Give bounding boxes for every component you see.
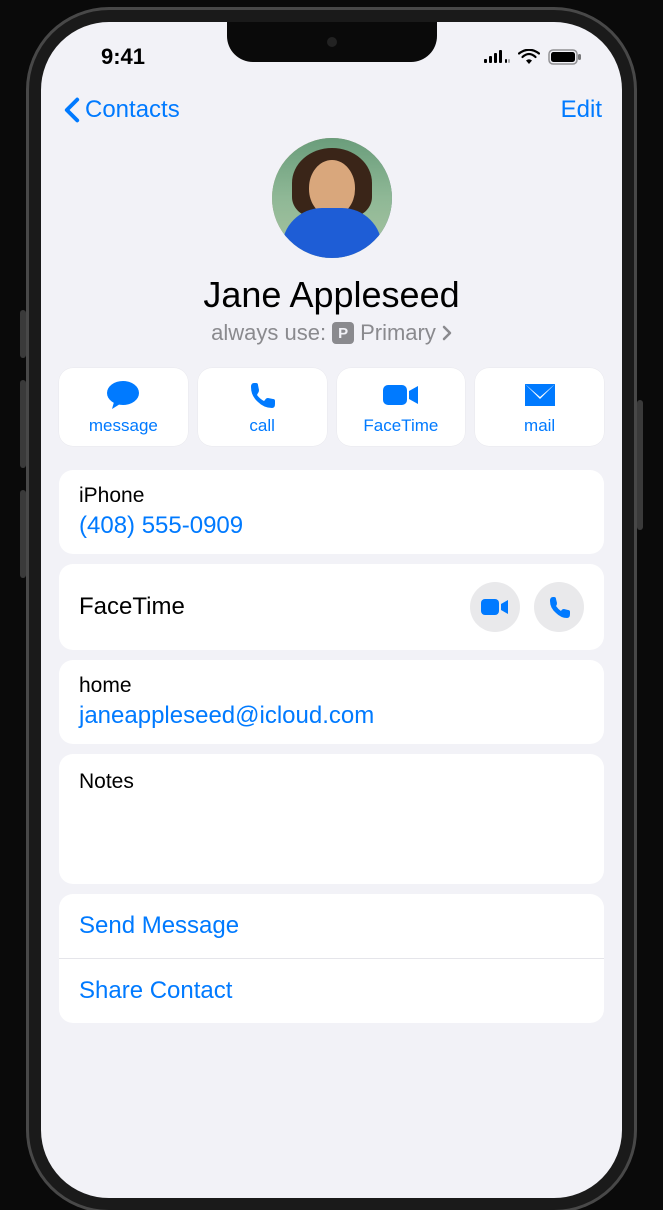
sim-badge: P bbox=[332, 322, 354, 344]
action-list: Send Message Share Contact bbox=[59, 894, 604, 1023]
send-message-button[interactable]: Send Message bbox=[59, 894, 604, 959]
back-button[interactable]: Contacts bbox=[61, 96, 180, 124]
message-button[interactable]: message bbox=[59, 368, 188, 446]
battery-icon bbox=[548, 49, 582, 65]
facetime-audio-button[interactable] bbox=[534, 582, 584, 632]
facetime-video-button[interactable] bbox=[470, 582, 520, 632]
mail-icon bbox=[524, 380, 556, 410]
share-contact-button[interactable]: Share Contact bbox=[59, 959, 604, 1023]
facetime-label: FaceTime bbox=[79, 593, 185, 621]
phone-label: iPhone bbox=[79, 484, 584, 508]
phone-icon bbox=[548, 596, 570, 618]
email-value: janeappleseed@icloud.com bbox=[79, 702, 584, 730]
phone-card[interactable]: iPhone (408) 555-0909 bbox=[59, 470, 604, 554]
always-use-label: always use: bbox=[211, 320, 326, 346]
facetime-card: FaceTime bbox=[59, 564, 604, 650]
contact-avatar[interactable] bbox=[272, 138, 392, 258]
navigation-bar: Contacts Edit bbox=[41, 82, 622, 138]
edit-button[interactable]: Edit bbox=[561, 96, 602, 124]
email-card[interactable]: home janeappleseed@icloud.com bbox=[59, 660, 604, 744]
chevron-right-icon bbox=[442, 325, 452, 341]
message-icon bbox=[106, 380, 140, 410]
phone-value: (408) 555-0909 bbox=[79, 512, 584, 540]
facetime-button[interactable]: FaceTime bbox=[337, 368, 466, 446]
mail-button[interactable]: mail bbox=[475, 368, 604, 446]
dual-sim-icon bbox=[484, 49, 510, 65]
back-label: Contacts bbox=[85, 96, 180, 124]
notes-card[interactable]: Notes bbox=[59, 754, 604, 884]
wifi-icon bbox=[518, 49, 540, 65]
always-use-value: Primary bbox=[360, 320, 436, 346]
status-time: 9:41 bbox=[71, 44, 145, 70]
notes-label: Notes bbox=[79, 770, 584, 794]
always-use-row[interactable]: always use: P Primary bbox=[41, 320, 622, 346]
contact-name: Jane Appleseed bbox=[41, 274, 622, 316]
video-icon bbox=[481, 598, 509, 616]
phone-icon bbox=[248, 380, 276, 410]
chevron-left-icon bbox=[61, 97, 83, 123]
video-icon bbox=[383, 380, 419, 410]
call-button[interactable]: call bbox=[198, 368, 327, 446]
email-label: home bbox=[79, 674, 584, 698]
